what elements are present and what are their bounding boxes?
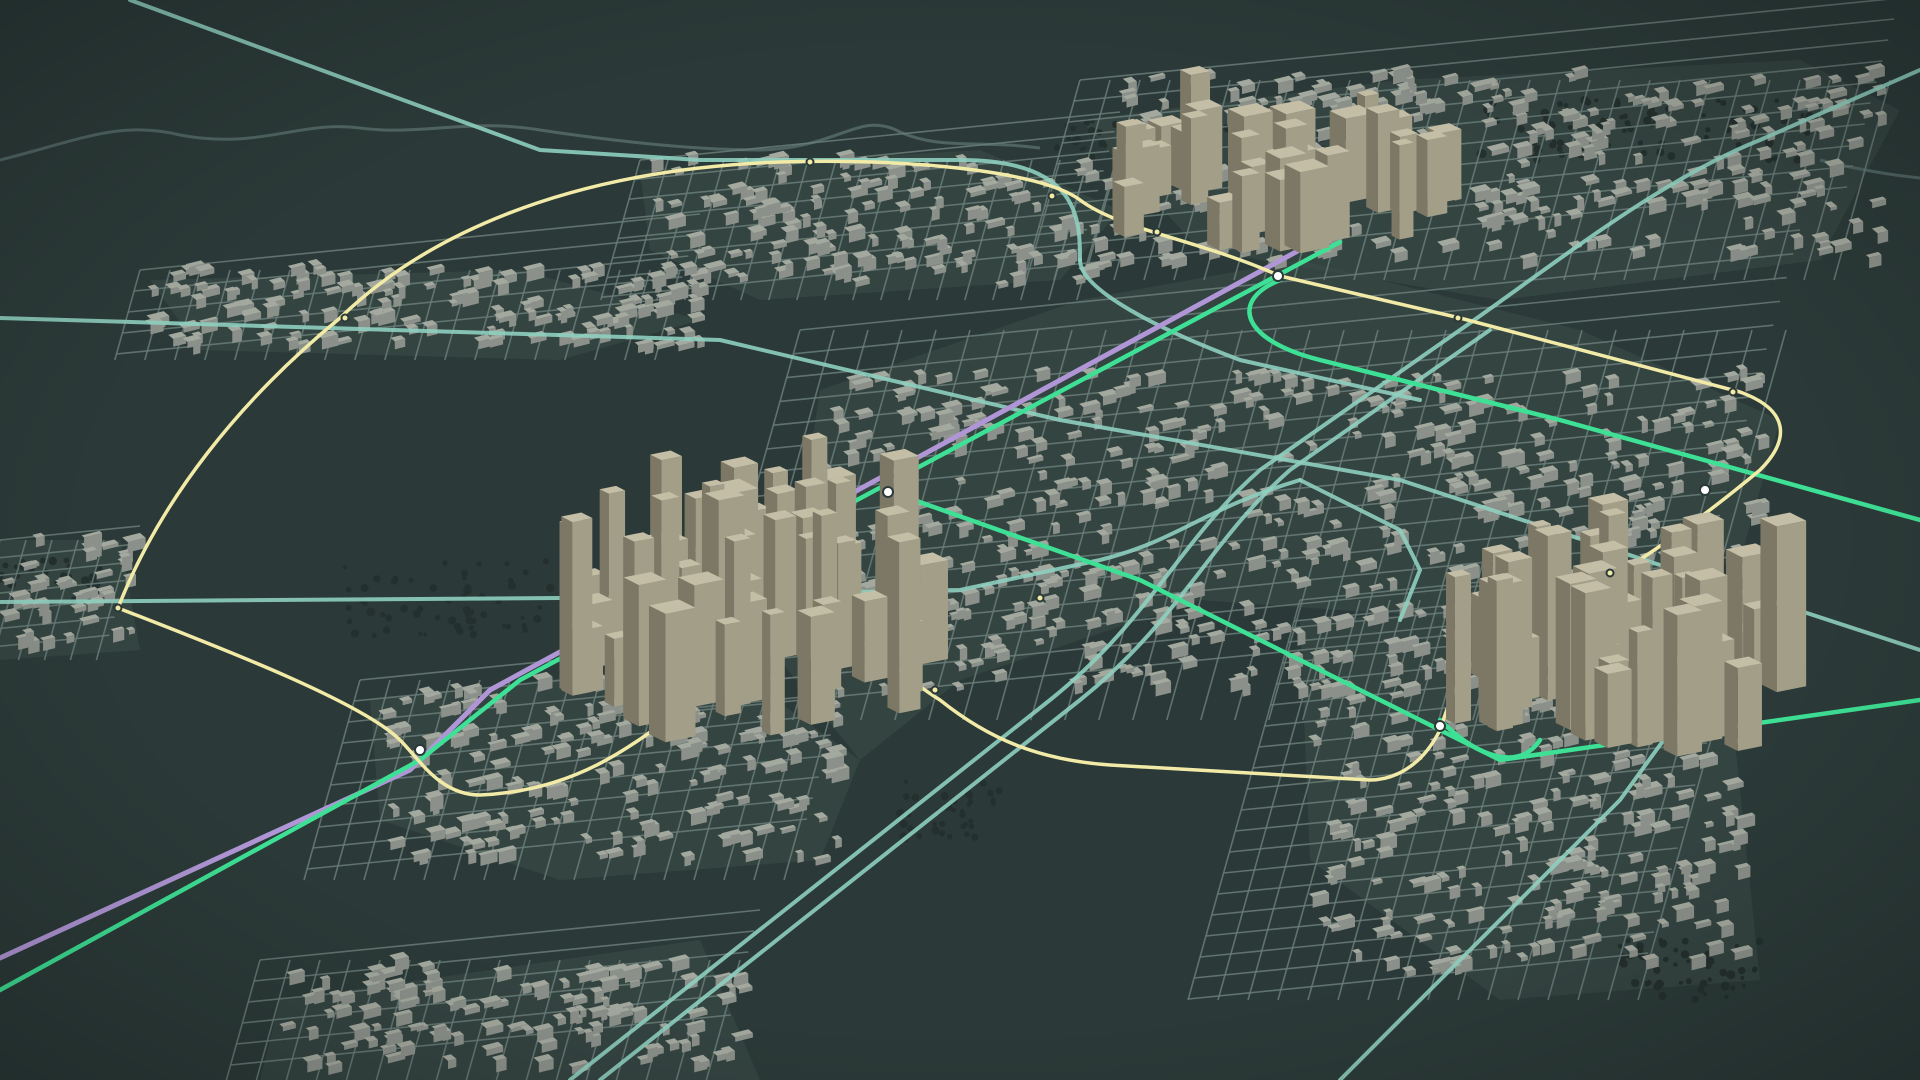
- city-transit-map: [0, 0, 1920, 1080]
- map-canvas[interactable]: [0, 0, 1920, 1080]
- vignette: [0, 0, 1920, 1080]
